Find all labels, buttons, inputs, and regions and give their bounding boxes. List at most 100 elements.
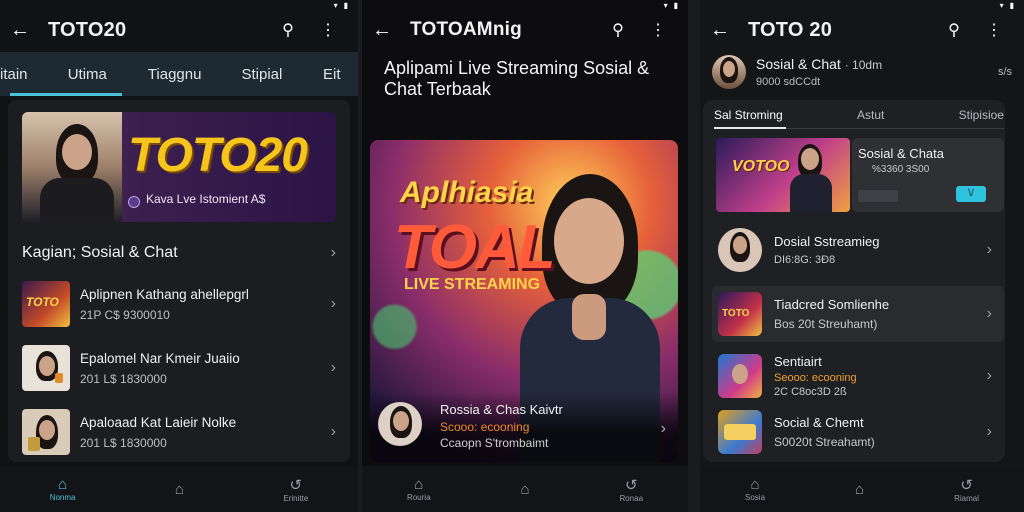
avatar-thumbnail — [22, 345, 70, 391]
list-item-title: Sentiairt — [774, 354, 822, 369]
chevron-right-icon: › — [330, 423, 336, 440]
bottom-nav: ⌂ Sosia ⌂ ↺ Riamal — [700, 466, 1024, 512]
nav-profile[interactable]: ↺ Riamal — [954, 476, 979, 503]
list-item[interactable]: Epalomel Nar Kmeir Juaiio 201 L$ 1830000… — [22, 344, 336, 392]
home-icon: ⌂ — [750, 476, 760, 493]
section-header[interactable]: Kagian; Sosial & Chat › — [22, 244, 336, 262]
profile-header[interactable]: Sosial & Chat · 10dm 9000 sdCCdt s/s — [712, 54, 1012, 90]
chevron-right-icon: › — [330, 295, 336, 312]
avatar-thumbnail — [718, 228, 762, 272]
tab-tiaggnu[interactable]: Tiaggnu — [131, 66, 218, 83]
list-item[interactable]: TOTO Tiadcred Somlienhe Bos 20t Streuham… — [712, 286, 1004, 342]
refresh-icon: ↺ — [960, 476, 973, 494]
home-outline-icon: ⌂ — [855, 480, 865, 498]
refresh-icon: ↺ — [289, 476, 303, 494]
profile-meta: 9000 sdCCdt — [756, 76, 821, 88]
hero-banner[interactable]: TOTO20 Kava Lve Istomient A$ — [22, 112, 336, 222]
app-title: TOTO20 — [48, 18, 127, 41]
caption-meta: Ccaopn S'trombaimt — [440, 436, 549, 450]
list-item-title: Tiadcred Somlienhe — [774, 297, 890, 312]
back-arrow-icon[interactable]: ← — [372, 19, 410, 42]
more-vert-icon[interactable]: ⋮ — [308, 20, 348, 40]
feature-banner[interactable]: VOTOO — [716, 138, 850, 212]
tab-eit[interactable]: Eit — [306, 66, 358, 83]
caption-status: Scooo: ecooning — [440, 420, 530, 434]
search-icon[interactable]: ⚲ — [268, 20, 308, 40]
search-icon[interactable]: ⚲ — [598, 20, 638, 40]
page-heading: Aplipami Live Streaming Sosial & Chat Te… — [384, 58, 650, 99]
nav-home[interactable]: ⌂ Rouria — [407, 476, 431, 502]
action-button[interactable]: \/ — [956, 186, 986, 202]
list-item[interactable]: Dosial Sstreamieg DI6:8G: 3Ð8 › — [712, 222, 1004, 278]
screen-2: ▾ ▮ ← TOTOAMnig ⚲ ⋮ Aplipami Live Stream… — [362, 0, 688, 512]
nav-explore[interactable]: ⌂ — [855, 481, 864, 498]
nav-label: Sosia — [745, 493, 766, 502]
app-title: TOTOAMnig — [410, 19, 522, 40]
presenter-image — [22, 112, 122, 222]
list-item-title: Aplipnen Kathang ahellepgrl — [80, 286, 249, 302]
nav-label: Nonma — [49, 493, 76, 502]
nav-label: Rouria — [406, 493, 431, 502]
profile-sub: · 10dm — [844, 58, 883, 72]
list-item-status: Seooo: ecooning — [774, 372, 857, 384]
hero-subtitle: Kava Lve Istomient A$ — [146, 192, 266, 206]
nav-label: Erinitte — [283, 493, 309, 503]
avatar-thumbnail — [22, 409, 70, 455]
tab-utima[interactable]: Utima — [44, 66, 131, 83]
nav-profile[interactable]: ↺ Ronaa — [619, 476, 643, 503]
search-icon[interactable]: ⚲ — [934, 20, 974, 40]
more-vert-icon[interactable]: ⋮ — [638, 20, 678, 40]
tab-bar: itain Utima Tiaggnu Stipial Eit — [0, 52, 358, 96]
app-bar: ← TOTOAMnig ⚲ ⋮ — [362, 8, 688, 52]
app-bar: ← TOTO20 ⚲ ⋮ — [0, 8, 358, 52]
list-item-title: Epalomel Nar Kmeir Juaiio — [80, 350, 240, 366]
screen-3: ▾ ▮ ← TOTO 20 ⚲ ⋮ Sosial & Chat · 10dm 9… — [700, 0, 1024, 512]
feature-title: Sosial & Chata — [858, 146, 944, 161]
nav-label: Riamal — [954, 493, 979, 503]
game-thumbnail — [718, 410, 762, 454]
home-icon: ⌂ — [58, 476, 68, 493]
hero-banner[interactable]: Aplhiasia TOAL LIVE STREAMING Rossia & C… — [370, 140, 678, 462]
back-arrow-icon[interactable]: ← — [710, 19, 748, 42]
back-arrow-icon[interactable]: ← — [10, 19, 48, 42]
list-item-title: Dosial Sstreamieg — [774, 234, 880, 249]
bottom-nav: ⌂ Nonma ⌂ ↺ Erinitte — [0, 466, 358, 512]
hero-line-2: TOAL — [394, 213, 556, 282]
app-title: TOTO 20 — [748, 18, 833, 41]
list-item-subtitle: DI6:8G: 3Ð8 — [774, 254, 836, 266]
game-thumbnail: TOTO — [22, 281, 70, 327]
list-item-subtitle: 21P C$ 9300010 — [80, 307, 170, 322]
app-bar: ← TOTO 20 ⚲ ⋮ — [700, 8, 1024, 52]
feature-card[interactable]: Sosial & Chata %3360 3S00 \/ — [852, 138, 1004, 212]
home-icon: ⌂ — [414, 476, 424, 493]
list-item-title: Apaloaad Kat Laieir Nolke — [80, 414, 237, 430]
list-item[interactable]: Social & Chemt S0020t Streahamt) › — [712, 404, 1004, 460]
list-item-subtitle: S0020t Streahamt) — [774, 435, 875, 449]
list-item[interactable]: Sentiairt Seooo: ecooning 2C C8oc3D 2ß › — [712, 348, 1004, 404]
nav-profile[interactable]: ↺ Erinitte — [283, 476, 308, 503]
tab-stipisioe[interactable]: Stipisioe — [959, 108, 1004, 130]
feature-meta: %3360 3S00 — [872, 164, 930, 175]
chevron-right-icon: › — [986, 367, 992, 384]
chevron-right-icon: › — [986, 241, 992, 258]
caption-title: Rossia & Chas Kaivtr — [440, 402, 563, 417]
presenter-image — [788, 144, 834, 212]
list-item-subtitle: Bos 20t Streuhamt) — [774, 317, 878, 331]
tab-astut[interactable]: Astut — [857, 108, 884, 130]
nav-explore[interactable]: ⌂ — [520, 481, 529, 498]
tab-itain[interactable]: itain — [0, 66, 44, 83]
nav-home[interactable]: ⌂ Sosia — [745, 476, 765, 502]
game-thumbnail — [718, 354, 762, 398]
tab-stipial[interactable]: Stipial — [218, 66, 305, 83]
chevron-right-icon: › — [986, 423, 992, 440]
nav-home[interactable]: ⌂ Nonma — [50, 476, 76, 502]
chevron-right-icon[interactable]: › — [661, 420, 666, 438]
home-outline-icon: ⌂ — [520, 480, 530, 498]
nav-explore[interactable]: ⌂ — [175, 481, 184, 498]
list-item[interactable]: TOTO Aplipnen Kathang ahellepgrl 21P C$ … — [22, 280, 336, 328]
hero-line-3: LIVE STREAMING — [404, 276, 541, 293]
caption-avatar — [378, 402, 422, 446]
more-vert-icon[interactable]: ⋮ — [974, 20, 1014, 40]
avatar — [712, 55, 746, 89]
list-item[interactable]: Apaloaad Kat Laieir Nolke 201 L$ 1830000… — [22, 408, 336, 456]
